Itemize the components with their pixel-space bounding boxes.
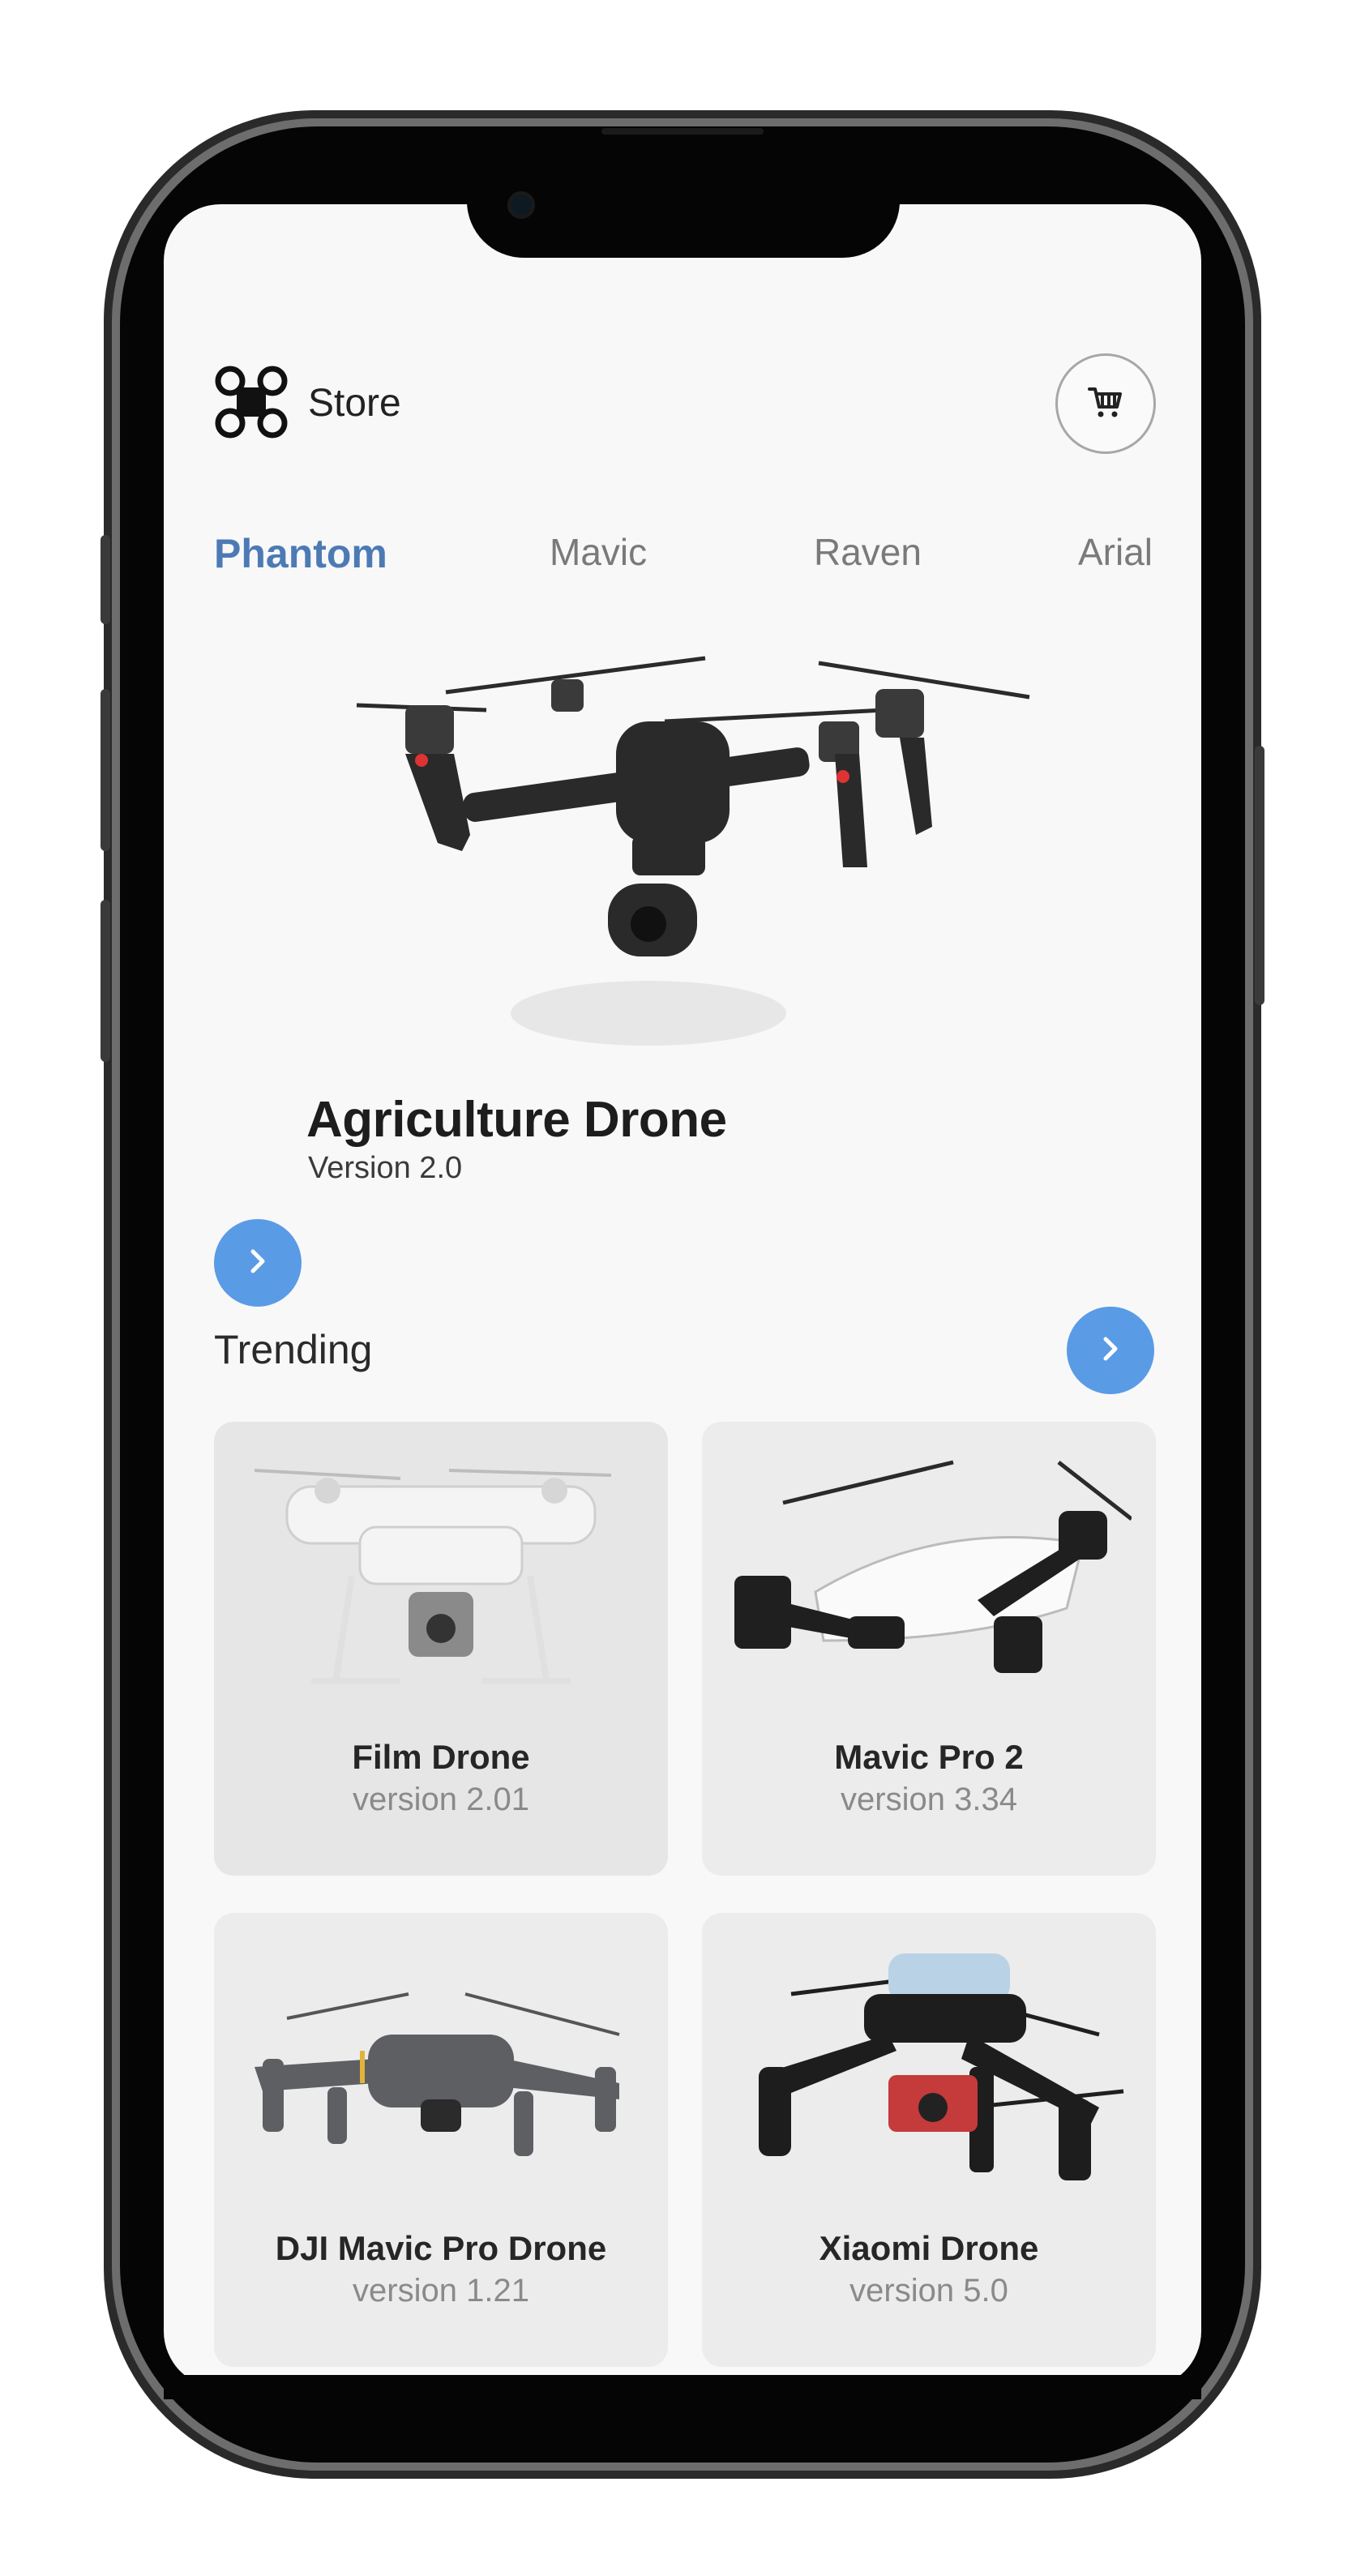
hero-title: Agriculture Drone — [306, 1092, 727, 1148]
drone-logo-icon — [212, 363, 290, 441]
hero-subtitle: Version 2.0 — [308, 1151, 463, 1185]
card-version: version 2.01 — [353, 1782, 529, 1817]
phone-volume-down — [101, 900, 110, 1062]
phone-speaker — [601, 128, 764, 135]
product-card-dji-mavic-pro-drone[interactable]: DJI Mavic Pro Drone version 1.21 — [214, 1913, 668, 2367]
card-title: Mavic Pro 2 — [834, 1738, 1024, 1776]
card-title: DJI Mavic Pro Drone — [275, 2229, 607, 2267]
phone-mute-switch — [101, 535, 110, 624]
xiaomi-drone-image — [726, 1945, 1132, 2205]
product-card-xiaomi-drone[interactable]: Xiaomi Drone version 5.0 — [702, 1913, 1156, 2367]
product-card-mavic-pro-2[interactable]: Mavic Pro 2 version 3.34 — [702, 1422, 1156, 1876]
tab-raven[interactable]: Raven — [814, 530, 922, 574]
tab-arial[interactable]: Arial — [1078, 530, 1153, 574]
phone-volume-up — [101, 689, 110, 851]
hero-drone-image — [349, 640, 1054, 1086]
trending-title: Trending — [214, 1327, 373, 1372]
tab-mavic[interactable]: Mavic — [550, 530, 647, 574]
tab-phantom[interactable]: Phantom — [214, 530, 387, 577]
film-drone-image — [238, 1454, 644, 1714]
card-version: version 3.34 — [841, 1782, 1017, 1817]
trending-next-button[interactable] — [1067, 1307, 1154, 1394]
hero-next-button[interactable] — [214, 1219, 302, 1307]
card-title: Xiaomi Drone — [819, 2229, 1039, 2267]
mavic-pro-2-image — [726, 1454, 1133, 1714]
card-version: version 5.0 — [849, 2273, 1008, 2309]
screen-bottom-edge — [164, 2375, 1201, 2399]
card-title: Film Drone — [352, 1738, 530, 1776]
product-card-film-drone[interactable]: Film Drone version 2.01 — [214, 1422, 668, 1876]
cart-button[interactable] — [1055, 353, 1156, 454]
store-title: Store — [308, 382, 401, 425]
phone-power-button — [1255, 746, 1264, 1005]
dji-mavic-pro-drone-image — [238, 1945, 644, 2205]
shopping-cart-icon — [1086, 383, 1125, 426]
chevron-right-icon — [242, 1245, 274, 1282]
front-camera — [507, 191, 535, 219]
card-version: version 1.21 — [353, 2273, 529, 2309]
chevron-right-icon — [1094, 1333, 1127, 1369]
